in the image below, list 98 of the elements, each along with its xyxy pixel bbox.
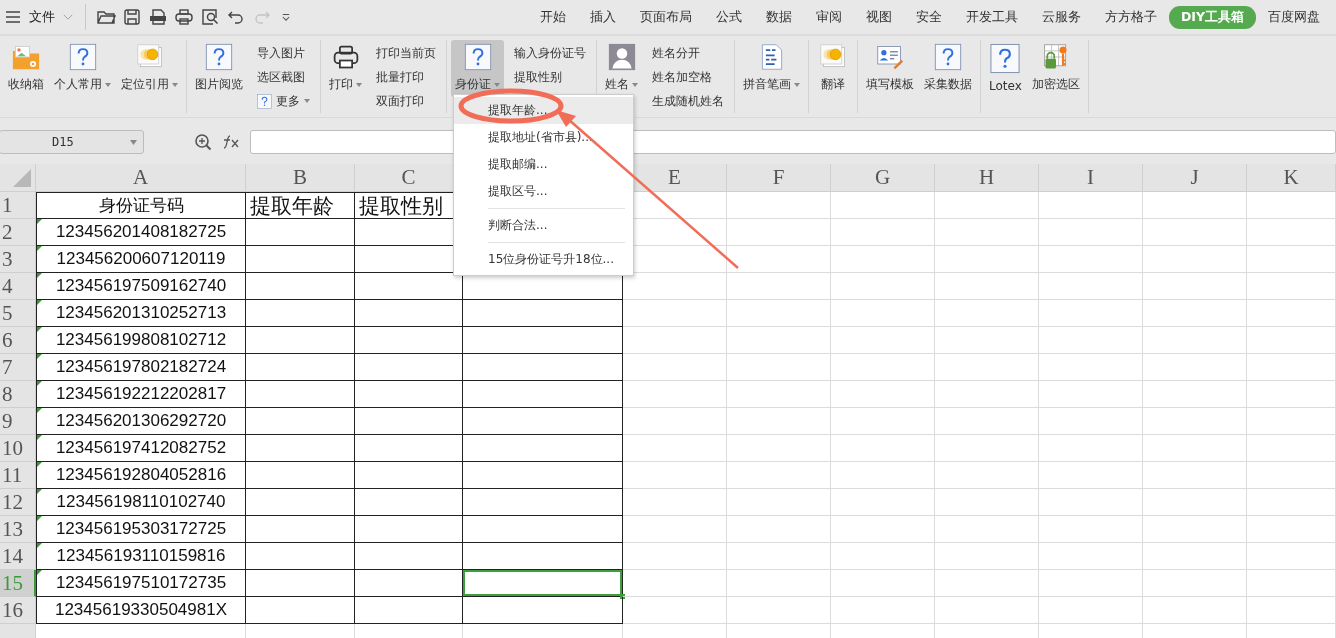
table-cell: 123456198110102740 bbox=[36, 489, 246, 516]
row-number[interactable]: 5 bbox=[0, 300, 36, 327]
row-number[interactable]: 8 bbox=[0, 381, 36, 408]
table-cell: 123456201306292720 bbox=[36, 408, 246, 435]
table-cell: 123456197509162740 bbox=[36, 273, 246, 300]
row-number[interactable]: 6 bbox=[0, 327, 36, 354]
caret-down-icon bbox=[304, 99, 310, 103]
ribbon-tab[interactable]: 审阅 bbox=[803, 6, 854, 28]
ribbon-button[interactable]: 姓名加空格 bbox=[652, 65, 724, 89]
caret-down-icon bbox=[356, 82, 362, 87]
function-icon[interactable] bbox=[222, 135, 240, 149]
column-header[interactable]: I bbox=[1039, 164, 1143, 192]
ribbon-button[interactable]: 拼音笔画 bbox=[739, 40, 804, 97]
ribbon-tab[interactable]: 数据 bbox=[753, 6, 804, 28]
table-cell: 123456201408182725 bbox=[36, 219, 246, 246]
row-number[interactable]: 2 bbox=[0, 219, 36, 246]
row-number[interactable]: 3 bbox=[0, 246, 36, 273]
row-number[interactable]: 4 bbox=[0, 273, 36, 300]
zoom-icon[interactable] bbox=[194, 133, 212, 151]
ribbon-button[interactable]: 选区截图 bbox=[257, 65, 310, 89]
ribbon-tab[interactable]: 开发工具 bbox=[953, 6, 1030, 28]
ribbon-tab[interactable]: 公式 bbox=[703, 6, 754, 28]
ribbon-button[interactable]: 翻译 bbox=[813, 40, 853, 97]
caret-down-icon bbox=[105, 82, 111, 87]
ribbon-tab[interactable]: 方方格子 bbox=[1092, 6, 1169, 28]
column-header[interactable]: H bbox=[935, 164, 1039, 192]
table-cell: 123456199808102712 bbox=[36, 327, 246, 354]
table-cell: 123456192212202817 bbox=[36, 381, 246, 408]
caret-down-icon[interactable] bbox=[130, 140, 137, 145]
table-cell: 123456201310252713 bbox=[36, 300, 246, 327]
contact-card-icon bbox=[874, 43, 906, 71]
print-icon[interactable] bbox=[174, 7, 194, 27]
row-number[interactable]: 10 bbox=[0, 435, 36, 462]
column-header[interactable]: F bbox=[727, 164, 831, 192]
ribbon-button[interactable]: 加密选区 bbox=[1027, 40, 1084, 97]
save-icon[interactable] bbox=[122, 7, 142, 27]
ribbon-button[interactable]: 收纳箱 bbox=[4, 40, 48, 97]
table-cell: 12345619330504981X bbox=[36, 597, 246, 624]
row-number[interactable]: 16 bbox=[0, 597, 36, 624]
ribbon-tab[interactable]: 视图 bbox=[853, 6, 904, 28]
menu-item[interactable]: 15位身份证号升18位... bbox=[454, 246, 633, 273]
ribbon-button[interactable]: 双面打印 bbox=[376, 89, 436, 113]
help-icon bbox=[203, 43, 235, 71]
ribbon-tab[interactable]: 百度网盘 bbox=[1256, 6, 1332, 28]
table-cell: 身份证号码 bbox=[36, 192, 246, 219]
caret-down-icon bbox=[172, 82, 178, 87]
table-cell: 123456197802182724 bbox=[36, 354, 246, 381]
table-cell: 123456197510172735 bbox=[36, 570, 246, 597]
ribbon-button[interactable]: 输入身份证号 bbox=[514, 41, 586, 65]
row-number[interactable]: 11 bbox=[0, 462, 36, 489]
help-icon bbox=[932, 43, 964, 71]
row-number[interactable]: 1 bbox=[0, 192, 36, 219]
column-header[interactable]: G bbox=[831, 164, 935, 192]
row-number[interactable]: 7 bbox=[0, 354, 36, 381]
print-preview-icon[interactable] bbox=[200, 7, 220, 27]
ribbon-button[interactable]: 批量打印 bbox=[376, 65, 436, 89]
table-cell: 提取年龄 bbox=[246, 192, 355, 219]
table-cell: 123456195303172725 bbox=[36, 516, 246, 543]
column-header[interactable]: K bbox=[1247, 164, 1336, 192]
table-cell: 123456200607120119 bbox=[36, 246, 246, 273]
column-header[interactable]: B bbox=[246, 164, 355, 192]
help-icon bbox=[989, 43, 1022, 74]
ribbon-button[interactable]: 个人常用 bbox=[50, 40, 115, 97]
ribbon-button[interactable]: 填写模板 bbox=[862, 40, 918, 97]
ribbon-button[interactable]: 定位引用 bbox=[117, 40, 182, 97]
name-box[interactable]: D15 bbox=[0, 130, 144, 154]
column-header[interactable]: J bbox=[1143, 164, 1247, 192]
ribbon-button[interactable]: 打印当前页 bbox=[376, 41, 436, 65]
row-number[interactable]: 13 bbox=[0, 516, 36, 543]
ribbon-button[interactable]: 生成随机姓名 bbox=[652, 89, 724, 113]
ribbon-button[interactable]: 身份证 bbox=[451, 40, 504, 97]
folder-icon bbox=[10, 43, 42, 71]
file-menu[interactable]: 文件 bbox=[29, 8, 55, 26]
ribbon-tab[interactable]: 云服务 bbox=[1029, 6, 1093, 28]
caret-down-icon bbox=[494, 82, 500, 87]
ribbon-button[interactable]: 姓名分开 bbox=[652, 41, 724, 65]
ribbon-button[interactable]: 导入图片 bbox=[257, 41, 310, 65]
ribbon-tab[interactable]: 开始 bbox=[527, 6, 578, 28]
ribbon-button[interactable]: 采集数据 bbox=[920, 40, 976, 97]
ribbon-button[interactable]: Lotex bbox=[985, 40, 1026, 97]
ribbon-tab[interactable]: 页面布局 bbox=[627, 6, 704, 28]
ribbon-tab[interactable]: 安全 bbox=[903, 6, 954, 28]
table-cell: 123456192804052816 bbox=[36, 462, 246, 489]
row-number[interactable]: 12 bbox=[0, 489, 36, 516]
help-icon bbox=[257, 93, 272, 109]
row-number[interactable]: 9 bbox=[0, 408, 36, 435]
caret-down-icon bbox=[632, 82, 638, 87]
ribbon-button[interactable]: 打印 bbox=[325, 40, 366, 97]
pdf-icon[interactable] bbox=[148, 7, 168, 27]
ribbon-button[interactable]: 更多 bbox=[257, 89, 310, 113]
ribbon-tab[interactable]: 插入 bbox=[577, 6, 628, 28]
ribbon-button[interactable]: 提取性别 bbox=[514, 65, 586, 89]
ribbon-button[interactable]: 图片阅览 bbox=[191, 40, 247, 97]
caret-down-icon bbox=[794, 82, 800, 87]
row-number[interactable]: 14 bbox=[0, 543, 36, 570]
table-cell: 123456197412082752 bbox=[36, 435, 246, 462]
table-cell: 123456193110159816 bbox=[36, 543, 246, 570]
column-header[interactable]: A bbox=[36, 164, 246, 192]
